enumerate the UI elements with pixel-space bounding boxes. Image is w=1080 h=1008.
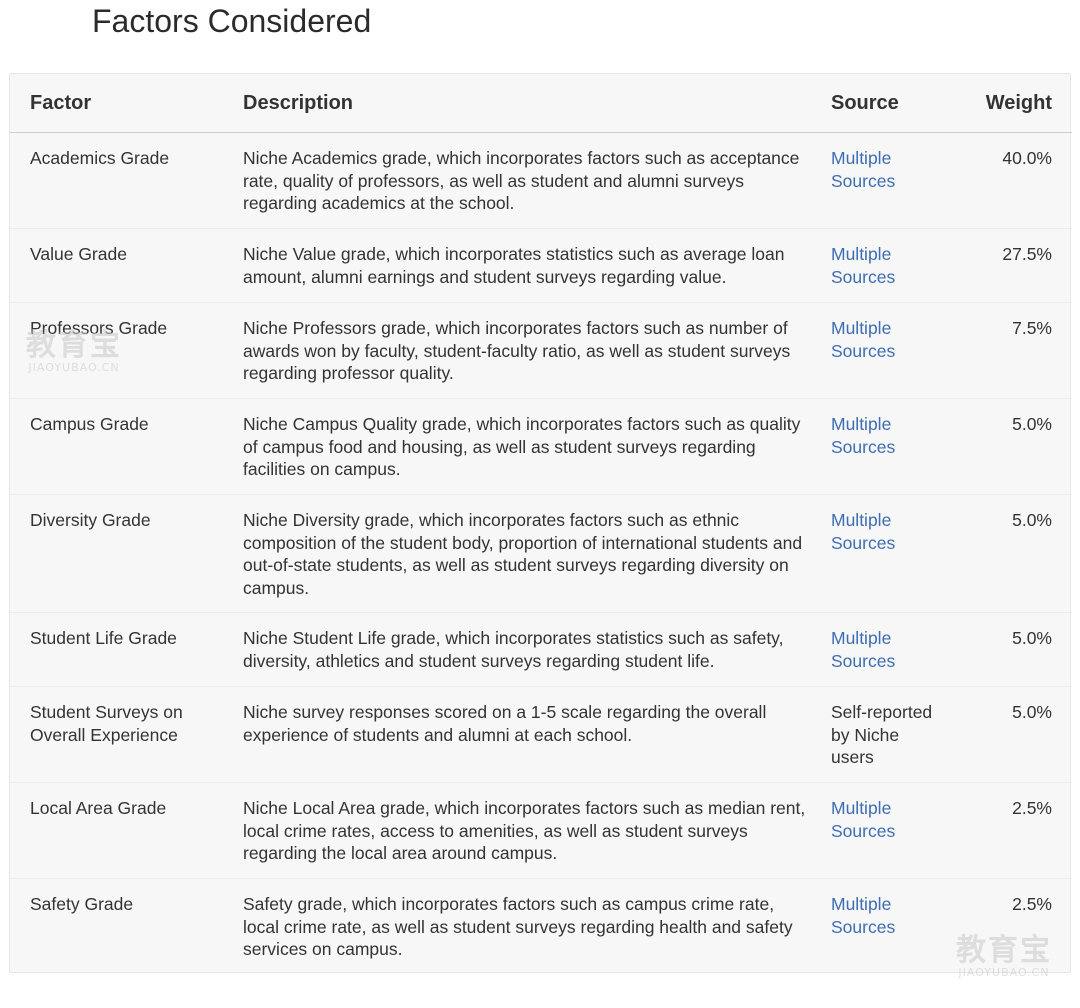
table-row: Student Surveys on Overall Experience Ni… (10, 686, 1072, 783)
weight-cell: 2.5% (1012, 894, 1052, 914)
table-row: Value Grade Niche Value grade, which inc… (10, 228, 1072, 303)
description-cell: Niche Campus Quality grade, which incorp… (223, 398, 827, 495)
description-cell: Niche Diversity grade, which incorporate… (223, 494, 827, 613)
source-cell: Multiple Sources (827, 494, 952, 613)
factor-cell: Local Area Grade (10, 782, 223, 879)
description-cell: Niche Professors grade, which incorporat… (223, 302, 827, 399)
description-cell: Niche Student Life grade, which incorpor… (223, 612, 827, 687)
factor-cell: Professors Grade (10, 302, 223, 399)
column-header-weight: Weight (952, 74, 1072, 133)
source-link[interactable]: Multiple Sources (831, 318, 895, 361)
weight-cell: 5.0% (952, 612, 1072, 687)
description-cell: Niche Local Area grade, which incorporat… (223, 782, 827, 879)
table-header: Factor Description Source Weight (10, 74, 1072, 133)
weight-cell: 27.5% (952, 228, 1072, 303)
table-row: Campus Grade Niche Campus Quality grade,… (10, 398, 1072, 495)
description-cell: Niche Academics grade, which incorporate… (223, 132, 827, 229)
source-cell: Multiple Sources (827, 302, 952, 399)
source-link[interactable]: Multiple Sources (831, 414, 895, 457)
source-cell: Multiple Sources (827, 228, 952, 303)
source-cell: Multiple Sources (827, 782, 952, 879)
source-link[interactable]: Multiple Sources (831, 798, 895, 841)
factor-cell: Diversity Grade (10, 494, 223, 613)
source-link[interactable]: Multiple Sources (831, 244, 895, 287)
source-text: Self-reported by Niche users (831, 702, 933, 767)
table-row: Safety Grade Safety grade, which incorpo… (10, 879, 1072, 973)
factor-cell: Academics Grade (10, 132, 223, 229)
table-row: Academics Grade Niche Academics grade, w… (10, 132, 1072, 229)
table-row: Diversity Grade Niche Diversity grade, w… (10, 494, 1072, 613)
factor-cell: Safety Grade (30, 894, 134, 914)
factors-table-card: Factor Description Source Weight Academi… (9, 73, 1072, 973)
factor-cell: Campus Grade (10, 398, 223, 495)
source-cell: Multiple Sources (827, 612, 952, 687)
column-header-factor: Factor (10, 74, 223, 133)
description-cell: Safety grade, which incorporates factors… (243, 894, 793, 959)
weight-cell: 5.0% (952, 686, 1072, 783)
weight-cell: 5.0% (952, 494, 1072, 613)
source-link[interactable]: Multiple Sources (831, 148, 895, 191)
table-row: Professors Grade Niche Professors grade,… (10, 302, 1072, 399)
table-body: Academics Grade Niche Academics grade, w… (10, 132, 1072, 973)
weight-cell: 5.0% (952, 398, 1072, 495)
table-row: Student Life Grade Niche Student Life gr… (10, 612, 1072, 687)
factor-cell: Student Surveys on Overall Experience (10, 686, 223, 783)
source-cell: Multiple Sources (827, 132, 952, 229)
source-cell: Multiple Sources (827, 879, 952, 973)
page-title: Factors Considered (92, 3, 372, 39)
factors-table: Factor Description Source Weight Academi… (10, 74, 1072, 973)
weight-cell: 2.5% (952, 782, 1072, 879)
source-link[interactable]: Multiple Sources (831, 628, 895, 671)
source-link[interactable]: Multiple Sources (831, 894, 895, 937)
weight-cell: 40.0% (952, 132, 1072, 229)
source-cell: Self-reported by Niche users (827, 686, 952, 783)
source-link[interactable]: Multiple Sources (831, 510, 895, 553)
column-header-source: Source (827, 74, 952, 133)
weight-cell: 7.5% (952, 302, 1072, 399)
factor-cell: Student Life Grade (10, 612, 223, 687)
description-cell: Niche survey responses scored on a 1-5 s… (223, 686, 827, 783)
source-cell: Multiple Sources (827, 398, 952, 495)
factor-cell: Value Grade (10, 228, 223, 303)
column-header-description: Description (223, 74, 827, 133)
description-cell: Niche Value grade, which incorporates st… (223, 228, 827, 303)
table-row: Local Area Grade Niche Local Area grade,… (10, 782, 1072, 879)
